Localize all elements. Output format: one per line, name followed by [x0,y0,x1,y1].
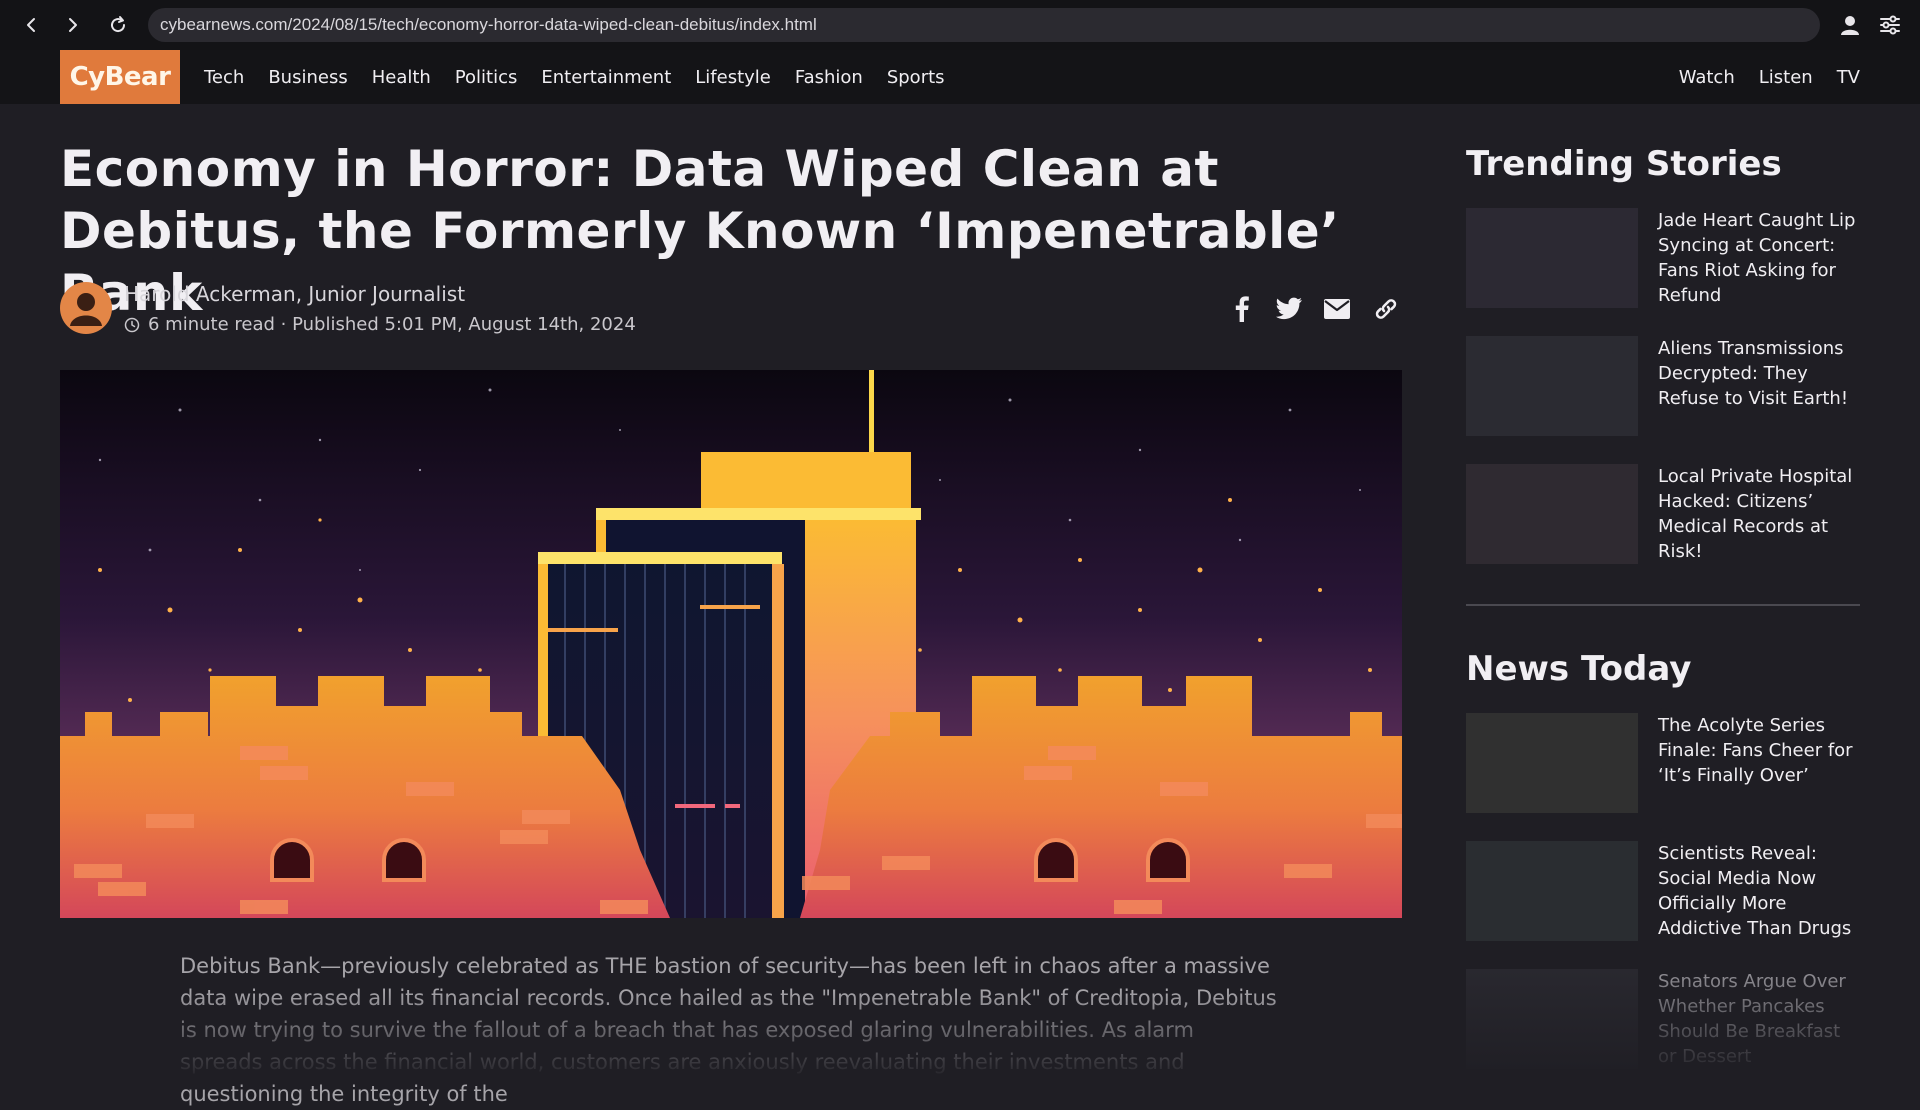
sidebar-divider [1466,604,1860,606]
story-thumbnail [1466,336,1638,436]
story-thumbnail [1466,713,1638,813]
nav-lifestyle[interactable]: Lifestyle [695,67,771,88]
story-title: Scientists Reveal: Social Media Now Offi… [1658,843,1852,939]
news-story-card[interactable]: Senators Argue Over Whether Pancakes Sho… [1466,969,1860,1069]
main-nav: Tech Business Health Politics Entertainm… [204,50,969,104]
settings-sliders-icon[interactable] [1875,10,1905,40]
site-header: CyBear Tech Business Health Politics Ent… [0,50,1920,104]
twitter-icon[interactable] [1272,292,1306,326]
author-name[interactable]: Harold Ackerman, Junior Journalist [124,282,465,306]
article-body: Debitus Bank—previously celebrated as TH… [180,954,1277,1106]
forward-arrow-icon[interactable] [58,10,88,40]
trending-story-card[interactable]: Local Private Hospital Hacked: Citizens’… [1466,464,1860,564]
back-arrow-icon[interactable] [16,10,46,40]
site-logo[interactable]: CyBear [60,50,180,104]
author-avatar[interactable] [60,282,112,334]
story-title: Senators Argue Over Whether Pancakes Sho… [1658,971,1846,1067]
account-icon[interactable] [1835,10,1865,40]
address-bar[interactable]: cybearnews.com/2024/08/15/tech/economy-h… [148,8,1820,42]
nav-entertainment[interactable]: Entertainment [541,67,671,88]
nav-fashion[interactable]: Fashion [795,67,863,88]
story-title: Aliens Transmissions Decrypted: They Ref… [1658,338,1849,409]
news-today-heading: News Today [1466,649,1692,689]
story-title: Local Private Hospital Hacked: Citizens’… [1658,466,1853,562]
nav-politics[interactable]: Politics [455,67,518,88]
read-time-published: 6 minute read · Published 5:01 PM, Augus… [148,314,636,335]
media-nav: Watch Listen TV [1679,50,1860,104]
nav-tech[interactable]: Tech [204,67,244,88]
nav-health[interactable]: Health [372,67,431,88]
trending-story-card[interactable]: Jade Heart Caught Lip Syncing at Concert… [1466,208,1860,308]
story-thumbnail [1466,969,1638,1069]
link-icon[interactable] [1369,292,1403,326]
nav-tv[interactable]: TV [1837,67,1860,88]
facebook-icon[interactable] [1225,292,1259,326]
nav-watch[interactable]: Watch [1679,67,1735,88]
news-story-card[interactable]: Scientists Reveal: Social Media Now Offi… [1466,841,1860,941]
article-meta: 6 minute read · Published 5:01 PM, Augus… [124,314,636,335]
story-thumbnail [1466,208,1638,308]
story-thumbnail [1466,841,1638,941]
trending-stories-heading: Trending Stories [1466,144,1782,184]
email-icon[interactable] [1320,292,1354,326]
reload-icon[interactable] [103,10,133,40]
nav-listen[interactable]: Listen [1759,67,1813,88]
trending-story-card[interactable]: Aliens Transmissions Decrypted: They Ref… [1466,336,1860,436]
story-thumbnail [1466,464,1638,564]
story-title: The Acolyte Series Finale: Fans Cheer fo… [1658,715,1853,786]
nav-business[interactable]: Business [268,67,347,88]
nav-sports[interactable]: Sports [887,67,945,88]
clock-icon [124,317,140,332]
story-title: Jade Heart Caught Lip Syncing at Concert… [1658,210,1856,306]
news-story-card[interactable]: The Acolyte Series Finale: Fans Cheer fo… [1466,713,1860,813]
hero-image [60,370,1402,918]
browser-toolbar: cybearnews.com/2024/08/15/tech/economy-h… [0,0,1920,50]
